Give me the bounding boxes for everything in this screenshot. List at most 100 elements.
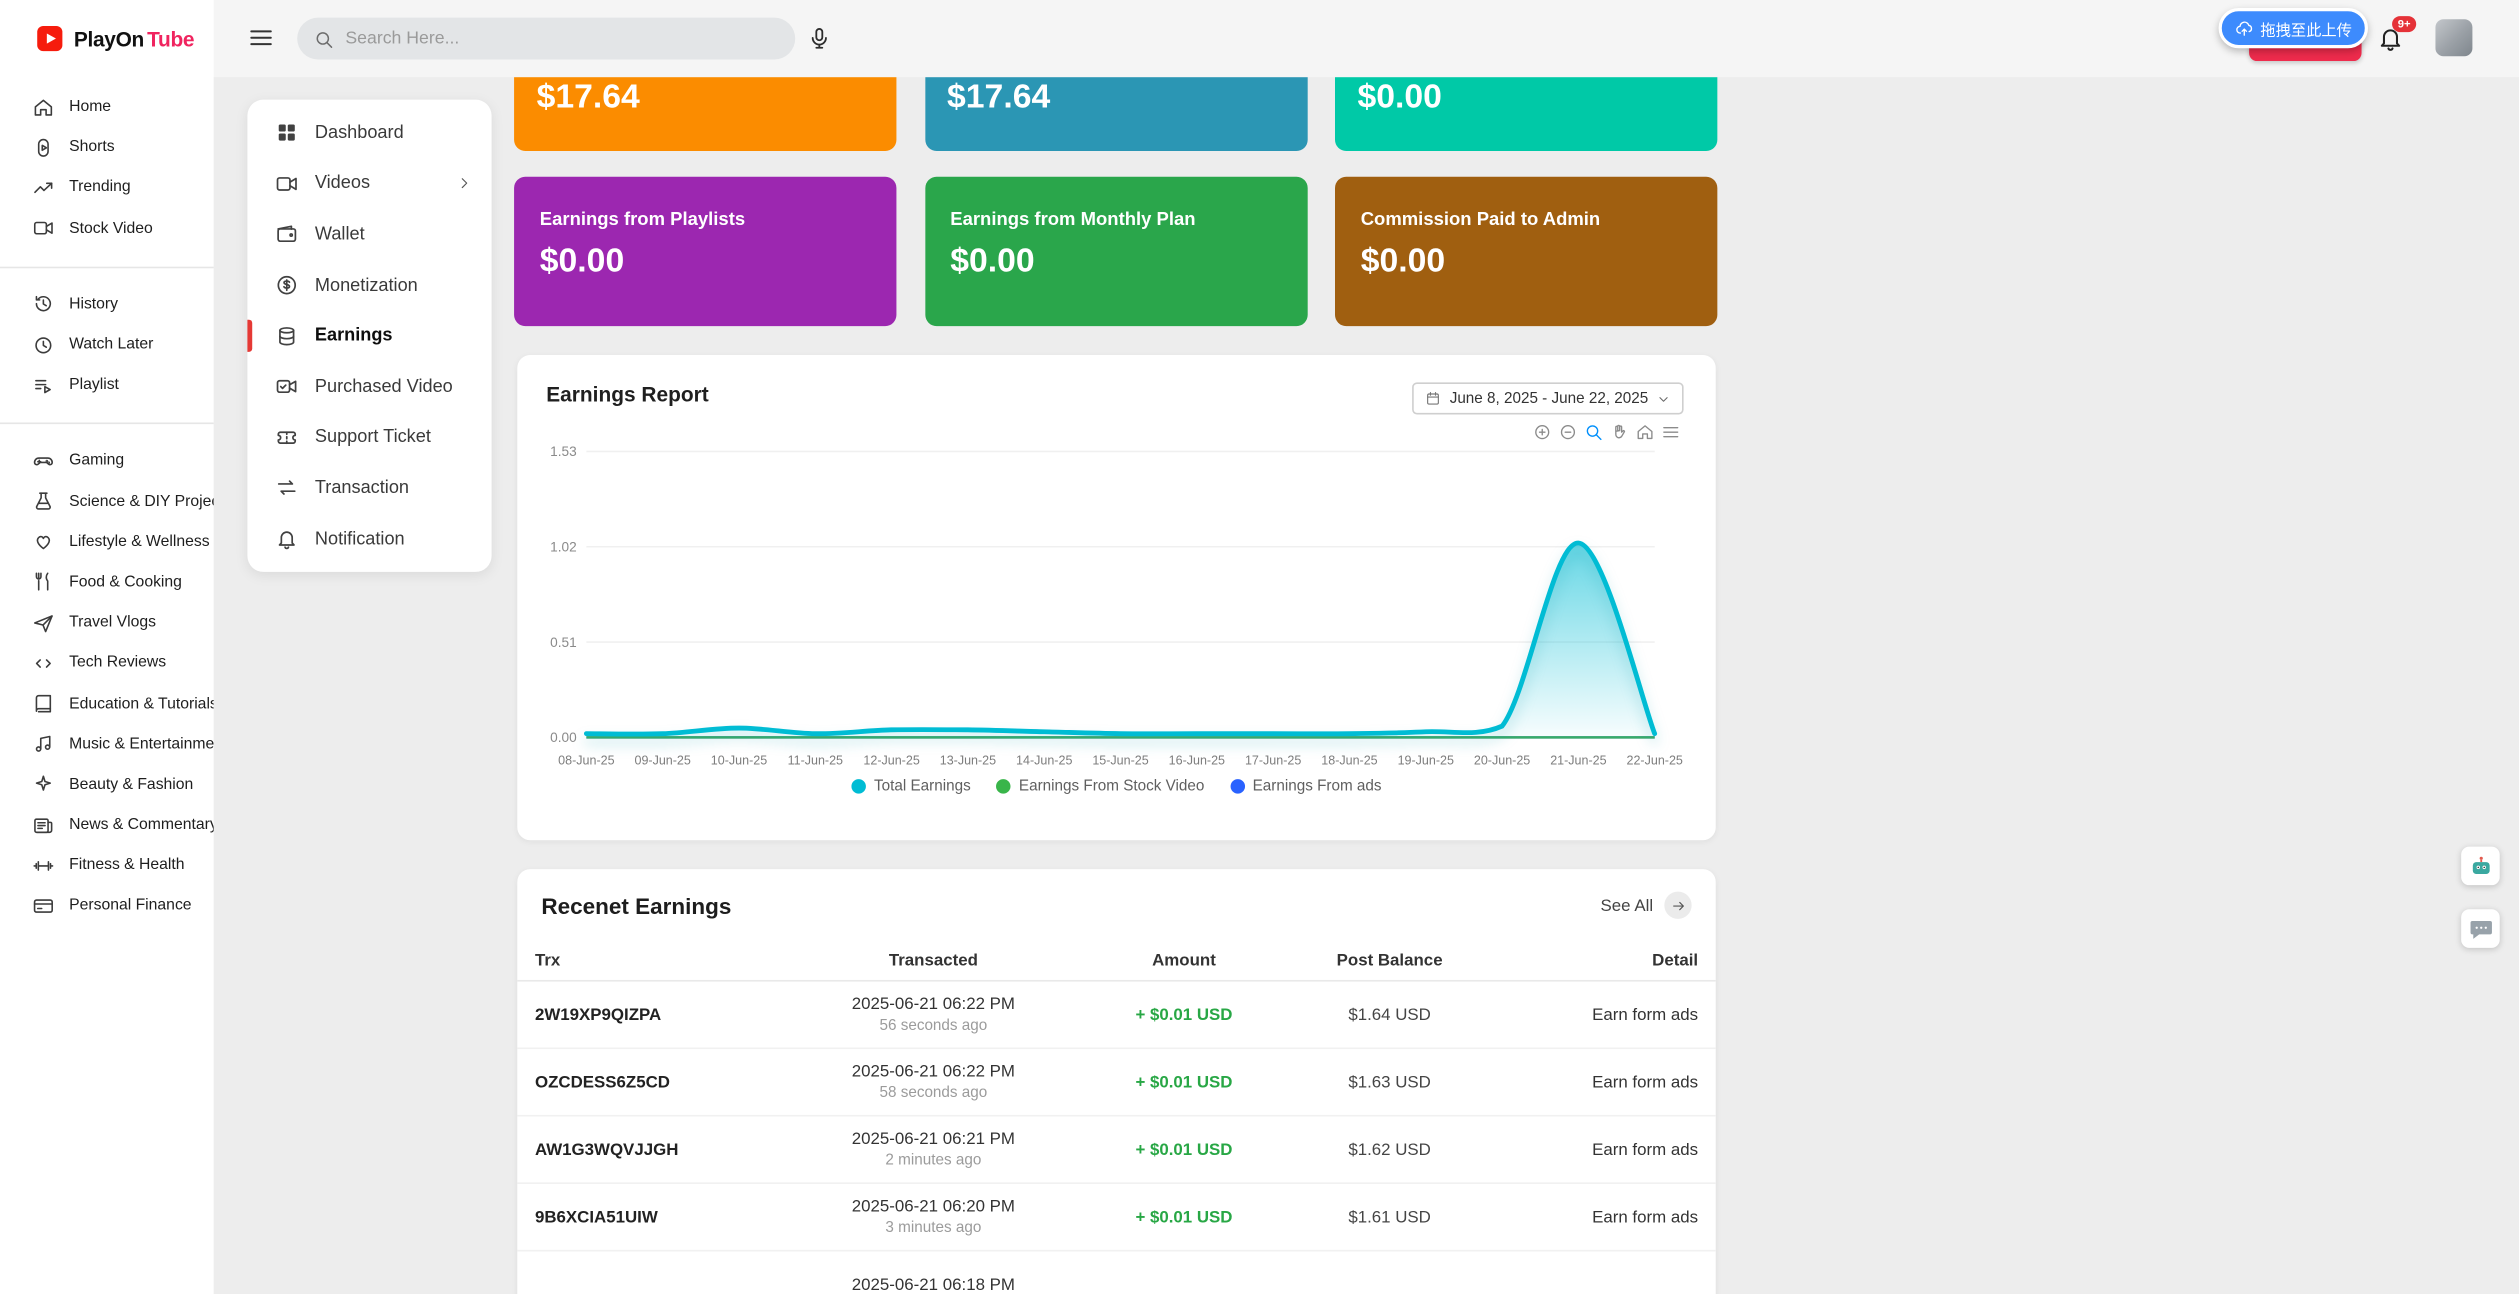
summary-card-value: $17.64 bbox=[947, 79, 1284, 118]
sidebar-item-education-tutorials[interactable]: Education & Tutorials bbox=[0, 683, 214, 723]
svg-text:09-Jun-25: 09-Jun-25 bbox=[635, 754, 691, 768]
cell-transacted: 2025-06-21 06:20 PM3 minutes ago bbox=[776, 1197, 1091, 1237]
trending-icon bbox=[32, 177, 54, 199]
sidebar-item-label: Science & DIY Projects bbox=[69, 493, 214, 511]
sidebar-item-playlist[interactable]: Playlist bbox=[0, 365, 214, 405]
legend-dot bbox=[1230, 779, 1244, 793]
sidebar-item-trending[interactable]: Trending bbox=[0, 168, 214, 208]
summary-cards-row: Earnings from Playlists$0.00Earnings fro… bbox=[514, 177, 1717, 326]
sidebar-group: History Watch Later Playlist bbox=[0, 266, 214, 415]
sidebar-item-travel-vlogs[interactable]: Travel Vlogs bbox=[0, 603, 214, 643]
see-all-link[interactable]: See All bbox=[1601, 892, 1692, 919]
arrow-right-icon[interactable] bbox=[1664, 892, 1691, 919]
chat-widget-button[interactable] bbox=[2461, 909, 2500, 948]
sidebar-item-shorts[interactable]: Shorts bbox=[0, 127, 214, 167]
robot-widget-button[interactable] bbox=[2461, 847, 2500, 886]
earnings-row[interactable]: 2025-06-21 06:18 PM bbox=[517, 1251, 1715, 1294]
sidebar-item-home[interactable]: Home bbox=[0, 87, 214, 127]
legend-item-earnings-from-stock-video[interactable]: Earnings From Stock Video bbox=[996, 778, 1204, 796]
sidebar-item-label: Shorts bbox=[69, 139, 115, 157]
menu-item-monetization[interactable]: Monetization bbox=[247, 260, 491, 311]
zoom-in-icon[interactable] bbox=[1533, 423, 1552, 442]
sidebar-item-fitness-health[interactable]: Fitness & Health bbox=[0, 845, 214, 885]
chart-menu-icon[interactable] bbox=[1661, 423, 1680, 442]
sidebar-item-tech-reviews[interactable]: Tech Reviews bbox=[0, 643, 214, 683]
sidebar-item-beauty-fashion[interactable]: Beauty & Fashion bbox=[0, 764, 214, 804]
sidebar-item-gaming[interactable]: Gaming bbox=[0, 441, 214, 481]
legend-item-earnings-from-ads[interactable]: Earnings From ads bbox=[1230, 778, 1381, 796]
sidebar-item-news-commentary[interactable]: News & Commentary bbox=[0, 805, 214, 845]
menu-item-wallet[interactable]: Wallet bbox=[247, 209, 491, 260]
reset-zoom-icon[interactable] bbox=[1635, 423, 1654, 442]
svg-text:11-Jun-25: 11-Jun-25 bbox=[788, 754, 843, 768]
sidebar-item-label: Stock Video bbox=[69, 220, 153, 238]
sidebar-item-lifestyle-wellness[interactable]: Lifestyle & Wellness bbox=[0, 522, 214, 562]
upload-drop-badge[interactable]: 拖拽至此上传 bbox=[2219, 8, 2368, 48]
sidebar: PlayOnTube Home Shorts Trending Stock Video… bbox=[0, 0, 214, 1294]
earnings-row[interactable]: AW1G3WQVJJGH 2025-06-21 06:21 PM2 minute… bbox=[517, 1117, 1715, 1184]
fitness-icon bbox=[32, 854, 54, 876]
summary-card-title: Earnings from Monthly Plan bbox=[950, 210, 1281, 229]
menu-item-videos[interactable]: Videos bbox=[247, 158, 491, 209]
selection-zoom-icon[interactable] bbox=[1584, 423, 1603, 442]
sidebar-item-label: Travel Vlogs bbox=[69, 614, 156, 632]
upload-drop-label: 拖拽至此上传 bbox=[2260, 17, 2352, 39]
legend-item-total-earnings[interactable]: Total Earnings bbox=[851, 778, 970, 796]
menu-item-purchased-video[interactable]: Purchased Video bbox=[247, 361, 491, 412]
notification-icon bbox=[275, 527, 299, 551]
earnings-row[interactable]: 2W19XP9QIZPA 2025-06-21 06:22 PM56 secon… bbox=[517, 982, 1715, 1049]
earnings-chart[interactable]: 0.000.511.021.5308-Jun-2509-Jun-2510-Jun… bbox=[517, 355, 1715, 776]
sidebar-item-history[interactable]: History bbox=[0, 284, 214, 324]
cell-post-balance: $1.63 USD bbox=[1277, 1072, 1502, 1091]
svg-text:20-Jun-25: 20-Jun-25 bbox=[1474, 754, 1530, 768]
svg-text:1.53: 1.53 bbox=[550, 444, 577, 459]
cell-detail: Earn form ads bbox=[1502, 1072, 1698, 1091]
zoom-out-icon[interactable] bbox=[1558, 423, 1577, 442]
earnings-row[interactable]: 9B6XCIA51UIW 2025-06-21 06:20 PM3 minute… bbox=[517, 1184, 1715, 1251]
cell-amount: + $0.01 USD bbox=[1091, 1072, 1277, 1091]
menu-item-label: Dashboard bbox=[315, 123, 404, 142]
sidebar-item-science-diy-projects[interactable]: Science & DIY Projects bbox=[0, 481, 214, 521]
date-range-select[interactable]: June 8, 2025 - June 22, 2025 bbox=[1413, 382, 1684, 414]
purchased-video-icon bbox=[275, 375, 299, 399]
search-icon bbox=[313, 28, 334, 49]
sidebar-item-stock-video[interactable]: Stock Video bbox=[0, 208, 214, 248]
summary-card-value: $17.64 bbox=[537, 79, 874, 118]
cell-trx: 9B6XCIA51UIW bbox=[535, 1207, 776, 1226]
sidebar-item-watch-later[interactable]: Watch Later bbox=[0, 324, 214, 364]
menu-item-notification[interactable]: Notification bbox=[247, 514, 491, 565]
earnings-row[interactable]: OZCDESS6Z5CD 2025-06-21 06:22 PM58 secon… bbox=[517, 1049, 1715, 1116]
menu-item-label: Support Ticket bbox=[315, 428, 431, 447]
chart-toolbar bbox=[1533, 423, 1681, 442]
menu-item-support-ticket[interactable]: Support Ticket bbox=[247, 412, 491, 463]
beauty-icon bbox=[32, 773, 54, 795]
earnings-report-title: Earnings Report bbox=[546, 382, 708, 406]
pan-icon[interactable] bbox=[1610, 423, 1629, 442]
sidebar-item-label: Watch Later bbox=[69, 336, 153, 354]
app-logo[interactable]: PlayOnTube bbox=[0, 0, 214, 77]
sidebar-item-label: History bbox=[69, 295, 118, 313]
menu-toggle-button[interactable] bbox=[247, 24, 274, 51]
notification-count-badge: 9+ bbox=[2392, 16, 2416, 32]
cell-amount: + $0.01 USD bbox=[1091, 1005, 1277, 1024]
music-icon bbox=[32, 733, 54, 755]
user-avatar[interactable] bbox=[2435, 19, 2472, 56]
support-ticket-icon bbox=[275, 425, 299, 449]
svg-text:0.51: 0.51 bbox=[550, 635, 577, 650]
tech-icon bbox=[32, 652, 54, 674]
svg-text:19-Jun-25: 19-Jun-25 bbox=[1398, 754, 1454, 768]
mic-button[interactable] bbox=[806, 24, 832, 53]
cloud-upload-icon bbox=[2235, 18, 2254, 37]
cell-post-balance: $1.61 USD bbox=[1277, 1207, 1502, 1226]
legend-dot bbox=[996, 779, 1010, 793]
search-input[interactable] bbox=[345, 29, 779, 48]
sidebar-item-music-entertainment[interactable]: Music & Entertainment bbox=[0, 724, 214, 764]
menu-item-earnings[interactable]: Earnings bbox=[247, 311, 491, 362]
sidebar-item-food-cooking[interactable]: Food & Cooking bbox=[0, 562, 214, 602]
search-bar[interactable] bbox=[297, 18, 795, 60]
svg-text:21-Jun-25: 21-Jun-25 bbox=[1550, 754, 1606, 768]
sidebar-item-personal-finance[interactable]: Personal Finance bbox=[0, 886, 214, 926]
menu-item-transaction[interactable]: Transaction bbox=[247, 463, 491, 514]
home-icon bbox=[32, 96, 54, 118]
menu-item-dashboard[interactable]: Dashboard bbox=[247, 108, 491, 159]
